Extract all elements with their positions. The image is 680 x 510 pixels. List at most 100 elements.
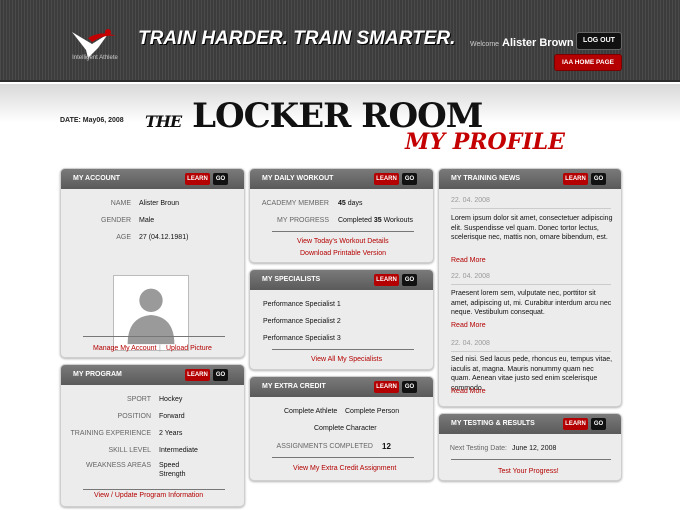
welcome-text: Welcome Alister Brown (470, 37, 574, 49)
skill-label: SKILL LEVEL (108, 447, 151, 454)
learn-button[interactable]: LEARN (374, 274, 399, 286)
specialist-item[interactable]: Performance Specialist 1 (263, 301, 341, 308)
panel-title: MY ACCOUNT (73, 175, 121, 182)
learn-button[interactable]: LEARN (563, 173, 588, 185)
view-specialists-link[interactable]: View All My Specialists (311, 356, 382, 363)
progress-count: 35 (373, 217, 382, 224)
assignments-label: ASSIGNMENTS COMPLETED (276, 443, 373, 450)
news-text: Praesent lorem sem, vulputate nec, portt… (451, 290, 612, 316)
weakness-label: WEAKNESS AREAS (86, 462, 151, 469)
divider (451, 351, 611, 352)
divider (272, 231, 414, 232)
progress-post: Workouts (383, 217, 413, 224)
divider (83, 336, 225, 337)
learn-button[interactable]: LEARN (185, 173, 210, 185)
age-label: AGE (116, 234, 131, 241)
page-subtitle: MY PROFILE (405, 129, 565, 155)
go-button[interactable]: GO (402, 173, 417, 185)
specialist-item[interactable]: Performance Specialist 3 (263, 335, 341, 342)
training-news-panel: MY TRAINING NEWS LEARN GO 22. 04. 2008 L… (438, 168, 622, 407)
test-progress-link[interactable]: Test Your Progress! (498, 468, 559, 475)
go-button[interactable]: GO (213, 173, 228, 185)
panel-title: MY DAILY WORKOUT (262, 175, 334, 182)
panel-title: MY TESTING & RESULTS (451, 420, 535, 427)
extra-credit-panel: MY EXTRA CREDIT LEARN GO Complete Athlet… (249, 376, 434, 481)
member-days: 45 (338, 200, 346, 207)
go-button[interactable]: GO (402, 381, 417, 393)
manage-account-link[interactable]: Manage My Account (93, 345, 156, 352)
read-more-link[interactable]: Read More (451, 388, 486, 395)
page-title-the: THE (145, 112, 182, 131)
news-date: 22. 04. 2008 (451, 197, 490, 204)
welcome-label: Welcome (470, 41, 500, 48)
experience-label: TRAINING EXPERIENCE (70, 430, 151, 437)
credit-item: Complete Person (345, 408, 400, 415)
tagline: TRAIN HARDER. TRAIN SMARTER. (138, 28, 456, 49)
gender-value: Male (139, 217, 155, 224)
panel-title: MY TRAINING NEWS (451, 175, 521, 182)
divider (272, 349, 414, 350)
divider (451, 459, 611, 460)
specialists-header: MY SPECIALISTS LEARN GO (250, 270, 433, 290)
logout-button[interactable]: LOG OUT (576, 32, 622, 50)
go-button[interactable]: GO (402, 274, 417, 286)
profile-picture-placeholder-icon[interactable] (113, 275, 189, 351)
training-news-header: MY TRAINING NEWS LEARN GO (439, 169, 621, 189)
logo-text: Intelligent Athlete (72, 55, 118, 61)
learn-button[interactable]: LEARN (185, 369, 210, 381)
workout-details-link[interactable]: View Today's Workout Details (297, 238, 389, 245)
learn-button[interactable]: LEARN (563, 418, 588, 430)
credit-item: Complete Character (314, 425, 377, 432)
my-program-header: MY PROGRAM LEARN GO (61, 365, 244, 385)
panel-title: MY SPECIALISTS (262, 276, 321, 283)
iaa-home-button[interactable]: IAA HOME PAGE (554, 54, 622, 71)
next-test-label: Next Testing Date: (449, 445, 507, 452)
progress-value: Completed 35 Workouts (338, 217, 413, 224)
extra-credit-link[interactable]: View My Extra Credit Assignment (293, 465, 396, 472)
name-value: Alister Broun (139, 200, 180, 207)
member-label: ACADEMY MEMBER (261, 200, 329, 207)
specialist-item[interactable]: Performance Specialist 2 (263, 318, 341, 325)
user-name: Alister Brown (502, 37, 574, 49)
next-test-date: June 12, 2008 (512, 445, 557, 452)
go-button[interactable]: GO (591, 173, 606, 185)
weakness-value-2: Strength (159, 471, 186, 478)
learn-button[interactable]: LEARN (374, 173, 399, 185)
member-value: 45 days (338, 200, 363, 207)
progress-pre: Completed (338, 217, 372, 224)
member-unit: days (347, 200, 363, 207)
my-account-header: MY ACCOUNT LEARN GO (61, 169, 244, 189)
gender-label: GENDER (101, 217, 131, 224)
news-date: 22. 04. 2008 (451, 340, 490, 347)
site-header: Intelligent Athlete TRAIN HARDER. TRAIN … (0, 0, 680, 82)
my-program-panel: MY PROGRAM LEARN GO SPORT Hockey POSITIO… (60, 364, 245, 507)
read-more-link[interactable]: Read More (451, 257, 486, 264)
update-program-link[interactable]: View / Update Program Information (94, 492, 203, 499)
testing-results-header: MY TESTING & RESULTS LEARN GO (439, 414, 621, 434)
learn-button[interactable]: LEARN (374, 381, 399, 393)
upload-picture-link[interactable]: Upload Picture (166, 345, 212, 352)
panel-title: MY PROGRAM (73, 371, 122, 378)
page-date: DATE: May06, 2008 (60, 117, 124, 124)
name-label: NAME (110, 200, 131, 207)
download-printable-link[interactable]: Download Printable Version (300, 250, 386, 257)
news-date: 22. 04. 2008 (451, 273, 490, 280)
specialists-panel: MY SPECIALISTS LEARN GO Performance Spec… (249, 269, 434, 370)
sport-value: Hockey (159, 396, 183, 403)
read-more-link[interactable]: Read More (451, 322, 486, 329)
news-text: Lorem ipsum dolor sit amet, consectetuer… (451, 215, 613, 241)
testing-results-panel: MY TESTING & RESULTS LEARN GO Next Testi… (438, 413, 622, 481)
go-button[interactable]: GO (591, 418, 606, 430)
assignments-value: 12 (382, 442, 391, 451)
sport-label: SPORT (127, 396, 151, 403)
skill-value: Intermediate (159, 447, 198, 454)
go-button[interactable]: GO (213, 369, 228, 381)
divider (83, 489, 225, 490)
link-divider: | (159, 345, 161, 352)
position-label: POSITION (117, 413, 151, 420)
divider (451, 208, 611, 209)
panel-title: MY EXTRA CREDIT (262, 383, 326, 390)
experience-value: 2 Years (159, 430, 183, 437)
divider (272, 457, 414, 458)
progress-label: MY PROGRESS (277, 217, 329, 224)
